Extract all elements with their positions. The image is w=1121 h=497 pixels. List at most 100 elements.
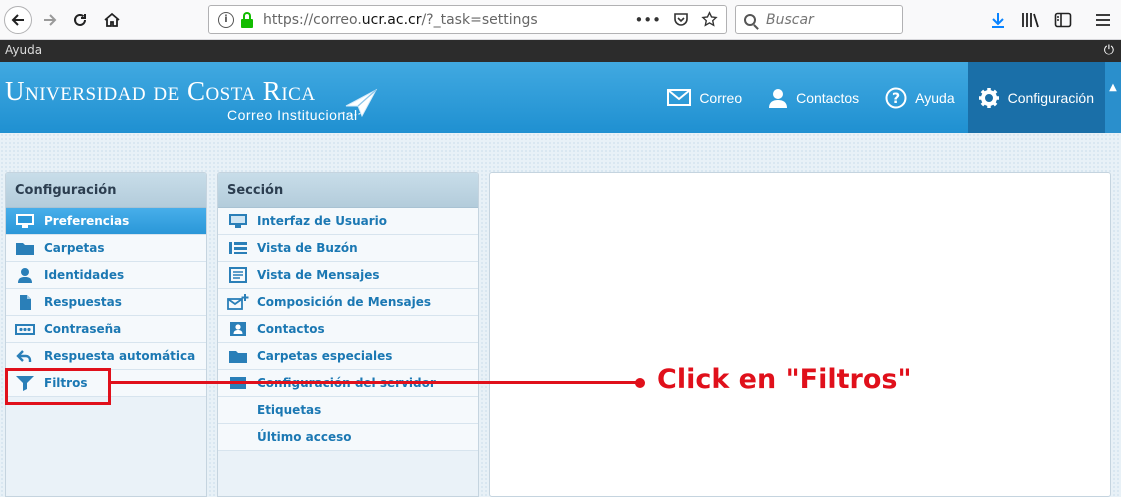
back-button[interactable] [4,6,32,34]
section-item-vista-mensajes[interactable]: Vista de Mensajes [218,262,478,289]
more-actions-icon[interactable]: ••• [634,11,661,29]
browser-search-field[interactable] [735,5,903,34]
main-nav: Correo Contactos ? Ayuda Configuración [654,62,1104,133]
preferences-content-frame [489,172,1111,497]
settings-panel: Configuración Preferencias Carpetas Iden… [5,172,207,497]
settings-item-label: Respuesta automática [44,349,196,363]
paper-plane-logo-icon [342,88,378,118]
settings-item-label: Identidades [44,268,125,282]
settings-item-identidades[interactable]: Identidades [6,262,206,289]
svg-text:?: ? [892,91,900,107]
settings-item-label: Preferencias [44,214,130,228]
monitor-icon [14,213,36,229]
person-icon [768,88,788,108]
settings-item-preferencias[interactable]: Preferencias [6,208,206,235]
settings-item-respuestas[interactable]: Respuestas [6,289,206,316]
folder-icon [14,240,36,256]
reply-icon [14,348,36,364]
section-item-label: Interfaz de Usuario [257,214,387,228]
pocket-icon[interactable] [673,11,689,27]
reload-icon [74,13,86,26]
section-item-label: Etiquetas [257,403,322,417]
section-item-vista-buzon[interactable]: Vista de Buzón [218,235,478,262]
settings-item-label: Respuestas [44,295,122,309]
header-collapse-toggle[interactable]: ▲ [1104,62,1121,133]
brand-subtitle: Correo Institucional [227,107,358,123]
info-icon[interactable]: i [218,11,234,28]
nav-correo[interactable]: Correo [654,62,755,133]
home-icon [104,12,120,27]
section-item-contactos[interactable]: Contactos [218,316,478,343]
help-icon: ? [885,87,907,109]
top-strip: Ayuda ⏻ [0,40,1121,62]
password-icon [14,321,36,337]
settings-item-label: Carpetas [44,241,105,255]
reload-button[interactable] [66,6,94,34]
section-item-composicion[interactable]: Composición de Mensajes [218,289,478,316]
arrow-left-icon [11,14,24,26]
url-suffix: /?_task=settings [421,11,538,28]
section-item-carpetas-especiales[interactable]: Carpetas especiales [218,343,478,370]
section-panel: Sección Interfaz de Usuario Vista de Buz… [217,172,479,497]
user-icon [14,267,36,283]
brand-letter: C [186,76,206,106]
compose-icon [227,294,249,310]
brand-word: DE [153,84,180,105]
brand-word: NIVERSIDAD [25,84,147,105]
monitor-icon [227,213,249,229]
nav-label: Ayuda [915,89,955,106]
brand-word: ICA [281,84,316,105]
app-header: UNIVERSIDAD DE COSTA RICA Correo Institu… [0,62,1121,133]
brand-letter: R [262,76,282,106]
annotation-arrow-head [635,378,645,388]
power-icon[interactable]: ⏻ [1104,43,1114,58]
download-icon[interactable] [986,8,1010,32]
browser-toolbar: i https://correo.ucr.ac.cr/?_task=settin… [0,0,1121,40]
settings-item-label: Contraseña [44,322,122,336]
help-link[interactable]: Ayuda [5,43,42,57]
url-domain: ucr.ac.cr [361,11,422,28]
section-item-label: Carpetas especiales [257,349,393,363]
annotation-text: Click en "Filtros" [657,364,912,395]
browser-search-input[interactable] [766,11,886,28]
home-button[interactable] [98,6,126,34]
nav-configuracion[interactable]: Configuración [967,62,1104,133]
search-icon [744,13,756,26]
settings-item-contrasena[interactable]: Contraseña [6,316,206,343]
lock-icon[interactable] [240,11,254,28]
message-view-icon [227,267,249,283]
envelope-icon [667,89,692,106]
nav-label: Contactos [796,89,860,106]
section-item-label: Contactos [257,322,325,336]
forward-button[interactable] [36,6,64,34]
brand-word: OSTA [205,84,256,105]
section-item-label: Último acceso [257,430,352,444]
annotation-highlight-box [5,368,111,405]
nav-label: Configuración [1007,89,1094,106]
nav-label: Correo [699,89,743,106]
settings-panel-title: Configuración [6,173,206,208]
nav-ayuda[interactable]: ? Ayuda [872,62,967,133]
annotation-arrow-line [111,381,641,384]
sidebar-toggle-icon[interactable] [1051,8,1075,32]
nav-contactos[interactable]: Contactos [755,62,872,133]
section-item-interfaz[interactable]: Interfaz de Usuario [218,208,478,235]
bookmark-star-icon[interactable] [701,10,718,28]
arrow-right-icon [44,14,57,26]
address-bar[interactable]: i https://correo.ucr.ac.cr/?_task=settin… [208,5,727,34]
section-panel-title: Sección [218,173,478,208]
list-view-icon [227,240,249,256]
menu-icon[interactable] [1091,8,1115,32]
section-item-label: Vista de Mensajes [257,268,380,282]
settings-item-carpetas[interactable]: Carpetas [6,235,206,262]
library-icon[interactable] [1018,8,1042,32]
document-icon [14,294,36,310]
brand-logo-text: UNIVERSIDAD DE COSTA RICA Correo Institu… [5,76,357,123]
section-item-label: Composición de Mensajes [257,295,431,309]
section-item-ultimo-acceso[interactable]: Último acceso [218,424,478,451]
settings-item-respuesta-automatica[interactable]: Respuesta automática [6,343,206,370]
brand-letter: U [5,76,25,106]
url-prefix: https://correo. [263,11,362,28]
url-text[interactable]: https://correo.ucr.ac.cr/?_task=settings [263,12,634,28]
section-item-etiquetas[interactable]: Etiquetas [218,397,478,424]
